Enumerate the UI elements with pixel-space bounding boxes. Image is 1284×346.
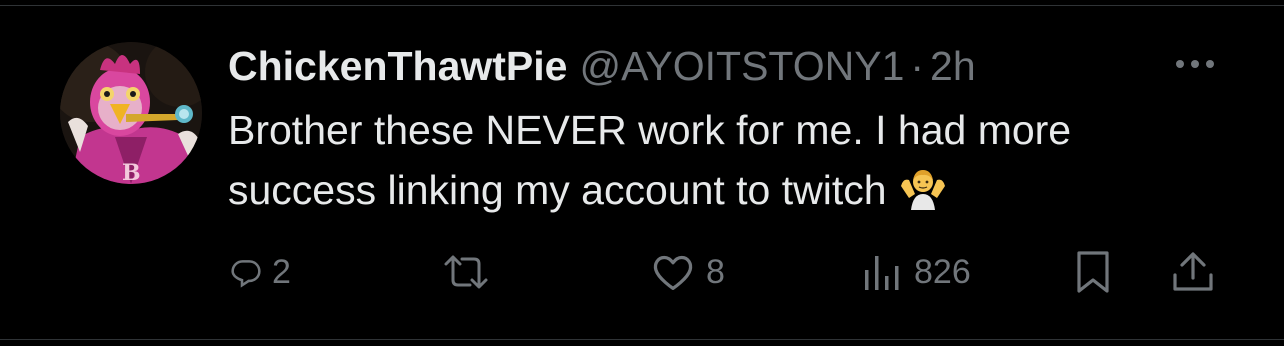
repost-icon (444, 255, 488, 289)
header-separator: · (910, 43, 925, 89)
reply-button[interactable]: 2 (230, 244, 291, 300)
display-name[interactable]: ChickenThawtPie (228, 38, 567, 94)
views-count: 826 (914, 252, 971, 291)
reply-icon (231, 260, 261, 288)
bookmark-button[interactable] (1074, 244, 1112, 300)
tweet-text-line-2-text: success linking my account to twitch (228, 167, 887, 213)
top-divider (0, 5, 1284, 6)
bottom-divider (0, 339, 1284, 340)
like-count: 8 (706, 252, 725, 291)
post-time[interactable]: 2h (930, 38, 976, 94)
user-handle[interactable]: @AYOITSTONY1 (579, 38, 904, 94)
svg-text:B: B (122, 160, 141, 184)
views-bar-chart-icon (865, 256, 899, 290)
views-button[interactable]: 826 (862, 244, 971, 300)
avatar[interactable]: B (60, 42, 202, 184)
share-icon (1173, 252, 1213, 291)
tweet-text-line-1: Brother these NEVER work for me. I had m… (228, 107, 1072, 153)
more-options-button[interactable] (1170, 50, 1220, 78)
tweet-text: Brother these NEVER work for me. I had m… (228, 100, 1238, 220)
more-horizontal-icon (1176, 60, 1214, 68)
heart-icon (653, 255, 693, 290)
bookmark-icon (1077, 251, 1109, 293)
tweet-header: ChickenThawtPie @AYOITSTONY1 · 2h (228, 38, 976, 94)
repost-button[interactable] (440, 244, 502, 300)
tweet-text-line-2: success linking my account to twitch (228, 160, 1238, 220)
person-shrugging-emoji (899, 166, 947, 210)
share-button[interactable] (1170, 244, 1216, 300)
like-button[interactable]: 8 (650, 244, 725, 300)
reply-count: 2 (272, 252, 291, 291)
